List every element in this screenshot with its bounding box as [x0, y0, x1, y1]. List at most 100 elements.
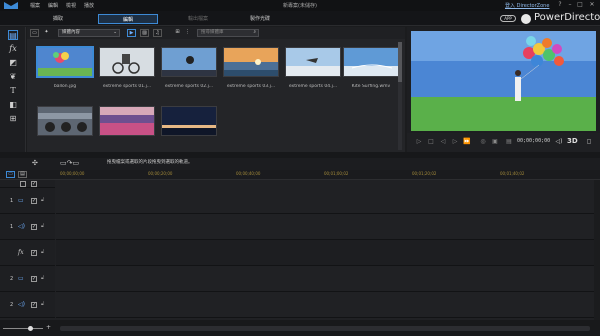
help-button[interactable]: ?: [556, 1, 564, 9]
library-item-thumbnail[interactable]: [285, 47, 341, 77]
track-lane-audio-2[interactable]: [56, 292, 596, 318]
preview-panel: ▷ □ ◁ ▷ ⏩ ◎ ▣ ▤ 00;00;00;00 ◁) 3D ◻: [407, 27, 600, 152]
storyboard-view-icon[interactable]: ▤: [18, 171, 27, 178]
preview-timecode[interactable]: 00;00;00;00: [517, 138, 550, 144]
track-lane-video-1[interactable]: [56, 188, 596, 214]
track-lane-video-2[interactable]: [56, 266, 596, 292]
lock-icon[interactable]: 🔓︎: [41, 249, 44, 255]
library-filter-dropdown[interactable]: 媒體內容 ⌄: [58, 29, 120, 37]
sunset-sport-photo-thumb: [224, 48, 278, 76]
undock-icon[interactable]: ▣: [491, 138, 499, 146]
library-item-thumbnail[interactable]: [161, 47, 217, 77]
track-lane-effect[interactable]: [56, 240, 596, 266]
previous-frame-icon[interactable]: ◁: [439, 138, 447, 146]
library-item-label: extreme sports 01.j...: [102, 84, 152, 89]
library-item-thumbnail[interactable]: [37, 106, 93, 136]
room-toolstrip: ▤ fx ◩ ❦ T ◧ ⊞: [0, 27, 26, 152]
lock-all-checkbox[interactable]: [20, 181, 26, 187]
subtitle-icon[interactable]: ▤: [505, 138, 513, 146]
sort-icon[interactable]: ⋮: [183, 29, 192, 37]
timeline-vertical-scrollbar[interactable]: [594, 180, 600, 320]
library-item-thumbnail[interactable]: [99, 106, 155, 136]
preview-controls: ▷ □ ◁ ▷ ⏩ ◎ ▣ ▤ 00;00;00;00 ◁) 3D ◻: [407, 133, 600, 152]
timeline-view-icon[interactable]: ▭: [6, 171, 15, 178]
maximize-button[interactable]: □: [576, 1, 584, 9]
audio-mixing-room-icon[interactable]: ⊞: [8, 114, 18, 124]
timeline-tracks: ✓ 1 ▭ ✓ 🔓︎ 1 ◁) ✓ 🔓︎ fx ✓ 🔓︎ 2 ▭ ✓ 🔓︎ 2 …: [0, 180, 600, 320]
track-lane-audio-1[interactable]: [56, 214, 596, 240]
enable-all-checkbox[interactable]: ✓: [31, 181, 37, 187]
tab-edit[interactable]: 編輯: [98, 14, 158, 24]
lock-icon[interactable]: 🔓︎: [41, 275, 44, 281]
stop-icon[interactable]: □: [427, 138, 435, 146]
track-enable-checkbox[interactable]: ✓: [31, 276, 37, 282]
filter-audio-icon[interactable]: ♫: [153, 29, 162, 37]
snapshot-icon[interactable]: ◎: [479, 138, 487, 146]
lock-icon[interactable]: 🔓︎: [41, 301, 44, 307]
particle-room-icon[interactable]: ❦: [8, 72, 18, 82]
timeline-horizontal-scrollbar[interactable]: [60, 326, 590, 331]
zoom-in-icon[interactable]: +: [46, 324, 51, 331]
app-badge[interactable]: APP: [500, 15, 516, 22]
filter-image-icon[interactable]: ▨: [140, 29, 149, 37]
bike-jump-photo-thumb: [162, 48, 216, 76]
ruler-mark: 00;00;20;00: [148, 171, 173, 176]
volume-icon[interactable]: ◁): [555, 138, 563, 146]
library-item-label: extreme sports 04.j...: [288, 84, 338, 89]
title-room-icon[interactable]: T: [8, 86, 18, 96]
library-search-input[interactable]: 搜尋媒體庫 ⌕: [197, 29, 259, 37]
timeline-zoom-knob[interactable]: [28, 326, 33, 331]
track-header-audio-1: 1 ◁) ✓ 🔓︎: [0, 214, 55, 240]
tab-produce[interactable]: 輸出檔案: [168, 14, 228, 24]
library-item-thumbnail[interactable]: [343, 47, 399, 77]
timeline-zoom-slider[interactable]: [3, 328, 43, 329]
view-grid-icon[interactable]: ⊞: [173, 29, 182, 37]
library-item-thumbnail[interactable]: [36, 46, 94, 78]
track-header-audio-2: 2 ◁) ✓ 🔓︎: [0, 292, 55, 318]
tab-create-disc[interactable]: 製作光碟: [230, 14, 290, 24]
fx-room-icon[interactable]: fx: [8, 44, 18, 54]
night-sky-photo-thumb: [162, 107, 216, 135]
media-room-icon[interactable]: ▤: [8, 30, 18, 40]
track-header-master: ✓: [0, 180, 55, 188]
minimize-button[interactable]: –: [566, 1, 574, 9]
comment-icon[interactable]: ◻: [585, 138, 593, 146]
next-frame-icon[interactable]: ▷: [451, 138, 459, 146]
split-tool-icon[interactable]: ▭↷▭: [60, 159, 79, 167]
chevron-down-icon: ⌄: [113, 30, 117, 35]
directorzone-login-link[interactable]: 登入 DirectorZone: [505, 2, 549, 9]
library-item-label: Kite Surfing.wmv: [351, 84, 391, 89]
library-scrollbar-thumb[interactable]: [398, 42, 402, 82]
library-item-thumbnail[interactable]: [99, 47, 155, 77]
video-track-icon: ▭: [18, 197, 24, 204]
filter-video-icon[interactable]: ▶: [127, 29, 136, 37]
library-item-thumbnail[interactable]: [161, 106, 217, 136]
tab-capture[interactable]: 擷取: [28, 14, 88, 24]
track-enable-checkbox[interactable]: ✓: [31, 198, 37, 204]
track-enable-checkbox[interactable]: ✓: [31, 224, 37, 230]
play-icon[interactable]: ▷: [415, 138, 423, 146]
preview-image: [411, 31, 596, 131]
modify-tool-icon[interactable]: ✣: [32, 159, 38, 167]
pip-room-icon[interactable]: ◩: [8, 58, 18, 68]
track-number: 2: [10, 276, 14, 282]
track-enable-checkbox[interactable]: ✓: [31, 250, 37, 256]
3d-mode-toggle[interactable]: 3D: [567, 137, 578, 145]
library-item-thumbnail[interactable]: [223, 47, 279, 77]
skydiving-photo-thumb: [286, 48, 340, 76]
transition-room-icon[interactable]: ◧: [8, 100, 18, 110]
audio-track-icon: ◁): [18, 223, 25, 230]
ruler-mark: 00;01;40;02: [500, 171, 525, 176]
plugin-icon[interactable]: ✦: [42, 29, 51, 37]
close-button[interactable]: ✕: [588, 1, 596, 9]
track-enable-checkbox[interactable]: ✓: [31, 302, 37, 308]
lock-icon[interactable]: 🔓︎: [41, 223, 44, 229]
track-header-video-2: 2 ▭ ✓ 🔓︎: [0, 266, 55, 292]
lock-icon[interactable]: 🔓︎: [41, 197, 44, 203]
timeline-ruler[interactable]: ▭ ▤ 00;00;00;00 00;00;20;00 00;00;40;00 …: [0, 170, 600, 180]
import-media-icon[interactable]: ▭: [30, 29, 39, 37]
library-filter-value: 媒體內容: [62, 30, 80, 35]
fast-forward-icon[interactable]: ⏩: [463, 138, 471, 146]
media-library: ▭ ✦ 媒體內容 ⌄ ▶ ▨ ♫ ⊞ ⋮ 搜尋媒體庫 ⌕ ballon.jpg …: [27, 27, 405, 152]
search-placeholder: 搜尋媒體庫: [201, 30, 224, 35]
